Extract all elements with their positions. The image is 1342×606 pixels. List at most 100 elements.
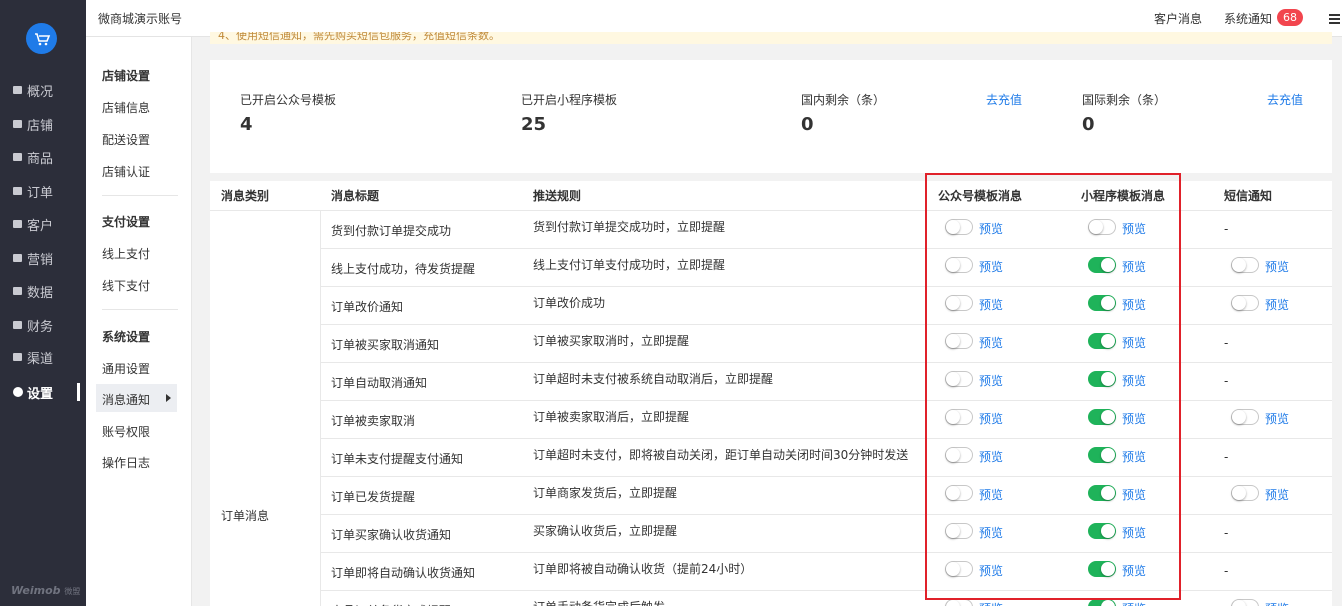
subnav-item[interactable]: 线上支付 bbox=[102, 245, 150, 262]
mini-template-preview-link[interactable]: 预览 bbox=[1122, 220, 1146, 237]
push-rule: 订单超时未支付，即将被自动关闭，距订单自动关闭时间30分钟时发送 bbox=[533, 448, 909, 462]
wx-template-preview-link[interactable]: 预览 bbox=[979, 410, 1003, 427]
sms-toggle[interactable] bbox=[1231, 257, 1259, 273]
mini-template-preview-link[interactable]: 预览 bbox=[1122, 448, 1146, 465]
message-title: 订单自动取消通知 bbox=[331, 376, 428, 390]
system-notice-link[interactable]: 系统通知 bbox=[1224, 10, 1272, 27]
sms-toggle[interactable] bbox=[1231, 599, 1259, 606]
table-row: 订单改价通知 订单改价成功 预览 预览 预览 bbox=[320, 286, 1332, 324]
wx-template-preview-link[interactable]: 预览 bbox=[979, 524, 1003, 541]
sms-notice-strip: 4、使用短信通知，需先购买短信包服务，充值短信条数。 bbox=[210, 32, 1332, 44]
mini-template-toggle[interactable] bbox=[1088, 447, 1116, 463]
mini-template-toggle[interactable] bbox=[1088, 409, 1116, 425]
mini-template-toggle[interactable] bbox=[1088, 561, 1116, 577]
nav-item-finance[interactable]: 财务 bbox=[0, 314, 86, 336]
mini-template-toggle[interactable] bbox=[1088, 295, 1116, 311]
data-icon bbox=[12, 286, 23, 297]
recharge-domestic-link[interactable]: 去充值 bbox=[986, 91, 1022, 108]
sms-preview-link[interactable]: 预览 bbox=[1265, 258, 1289, 275]
wx-template-preview-link[interactable]: 预览 bbox=[979, 296, 1003, 313]
wx-template-toggle[interactable] bbox=[945, 219, 973, 235]
mini-template-preview-link[interactable]: 预览 bbox=[1122, 372, 1146, 389]
wx-template-preview-link[interactable]: 预览 bbox=[979, 562, 1003, 579]
mini-template-toggle[interactable] bbox=[1088, 333, 1116, 349]
customer-message-link[interactable]: 客户消息 bbox=[1154, 10, 1202, 27]
nav-item-store[interactable]: 店铺 bbox=[0, 113, 86, 135]
stat-label-wx: 已开启公众号模板 bbox=[240, 93, 337, 107]
subnav-item[interactable]: 配送设置 bbox=[102, 131, 150, 148]
mini-template-toggle[interactable] bbox=[1088, 485, 1116, 501]
subnav-item[interactable]: 线下支付 bbox=[102, 277, 150, 294]
mini-template-toggle[interactable] bbox=[1088, 523, 1116, 539]
mini-template-preview-link[interactable]: 预览 bbox=[1122, 258, 1146, 275]
push-rule: 订单改价成功 bbox=[533, 296, 606, 310]
mini-template-toggle[interactable] bbox=[1088, 599, 1116, 606]
notice-count-badge: 68 bbox=[1277, 9, 1303, 26]
wx-template-toggle[interactable] bbox=[945, 561, 973, 577]
subnav-item[interactable]: 通用设置 bbox=[102, 360, 150, 377]
mini-template-preview-link[interactable]: 预览 bbox=[1122, 334, 1146, 351]
wx-template-preview-link[interactable]: 预览 bbox=[979, 220, 1003, 237]
subnav-item[interactable]: 操作日志 bbox=[102, 454, 150, 471]
wx-template-toggle[interactable] bbox=[945, 599, 973, 606]
mini-template-toggle[interactable] bbox=[1088, 257, 1116, 273]
wx-template-toggle[interactable] bbox=[945, 409, 973, 425]
sms-preview-link[interactable]: 预览 bbox=[1265, 410, 1289, 427]
subnav-item[interactable]: 消息通知 bbox=[102, 391, 150, 408]
wx-template-preview-link[interactable]: 预览 bbox=[979, 448, 1003, 465]
mini-template-preview-link[interactable]: 预览 bbox=[1122, 524, 1146, 541]
nav-item-goods[interactable]: 商品 bbox=[0, 146, 86, 168]
wx-template-preview-link[interactable]: 预览 bbox=[979, 486, 1003, 503]
mini-template-preview-link[interactable]: 预览 bbox=[1122, 600, 1146, 606]
mini-template-preview-link[interactable]: 预览 bbox=[1122, 410, 1146, 427]
nav-item-order[interactable]: 订单 bbox=[0, 180, 86, 202]
nav-item-overview[interactable]: 概况 bbox=[0, 79, 86, 101]
subnav-item[interactable]: 店铺信息 bbox=[102, 99, 150, 116]
sms-preview-link[interactable]: 预览 bbox=[1265, 486, 1289, 503]
logo-cart-icon[interactable] bbox=[26, 23, 57, 54]
wx-template-toggle[interactable] bbox=[945, 447, 973, 463]
stat-value-domestic: 0 bbox=[801, 114, 814, 135]
wx-template-toggle[interactable] bbox=[945, 295, 973, 311]
nav-item-label: 商品 bbox=[27, 151, 54, 167]
table-row: 订单未支付提醒支付通知 订单超时未支付，即将被自动关闭，距订单自动关闭时间30分钟… bbox=[320, 438, 1332, 476]
subnav-divider bbox=[102, 195, 178, 196]
wx-template-toggle[interactable] bbox=[945, 485, 973, 501]
nav-item-customer[interactable]: 客户 bbox=[0, 213, 86, 235]
mini-template-toggle[interactable] bbox=[1088, 219, 1116, 235]
table-row: 订单已发货提醒 订单商家发货后，立即提醒 预览 预览 预览 bbox=[320, 476, 1332, 514]
sms-toggle[interactable] bbox=[1231, 295, 1259, 311]
settings-icon bbox=[12, 387, 23, 398]
wx-template-toggle[interactable] bbox=[945, 371, 973, 387]
channel-icon bbox=[12, 352, 23, 363]
nav-item-settings[interactable]: 设置 bbox=[0, 381, 86, 403]
mini-template-preview-link[interactable]: 预览 bbox=[1122, 296, 1146, 313]
mini-template-toggle[interactable] bbox=[1088, 371, 1116, 387]
nav-item-marketing[interactable]: 营销 bbox=[0, 247, 86, 269]
subnav-item[interactable]: 账号权限 bbox=[102, 423, 150, 440]
sms-toggle[interactable] bbox=[1231, 409, 1259, 425]
sms-preview-link[interactable]: 预览 bbox=[1265, 296, 1289, 313]
sms-toggle[interactable] bbox=[1231, 485, 1259, 501]
wx-template-preview-link[interactable]: 预览 bbox=[979, 334, 1003, 351]
wx-template-preview-link[interactable]: 预览 bbox=[979, 372, 1003, 389]
message-title: 订单买家确认收货通知 bbox=[331, 528, 452, 542]
wx-template-toggle[interactable] bbox=[945, 523, 973, 539]
wx-template-preview-link[interactable]: 预览 bbox=[979, 258, 1003, 275]
push-rule: 订单即将被自动确认收货（提前24小时） bbox=[533, 562, 753, 576]
wx-template-toggle[interactable] bbox=[945, 333, 973, 349]
nav-item-data[interactable]: 数据 bbox=[0, 280, 86, 302]
notification-table: 消息类别 消息标题 推送规则 公众号模板消息 小程序模板消息 短信通知 订单消息… bbox=[210, 181, 1332, 606]
mini-template-preview-link[interactable]: 预览 bbox=[1122, 562, 1146, 579]
mini-template-preview-link[interactable]: 预览 bbox=[1122, 486, 1146, 503]
stat-label-intl: 国际剩余（条） bbox=[1082, 93, 1167, 107]
table-row: 订单被卖家取消 订单被卖家取消后，立即提醒 预览 预览 预览 bbox=[320, 400, 1332, 438]
wx-template-preview-link[interactable]: 预览 bbox=[979, 600, 1003, 606]
subnav-item[interactable]: 店铺认证 bbox=[102, 163, 150, 180]
sms-preview-link[interactable]: 预览 bbox=[1265, 600, 1289, 606]
nav-item-channel[interactable]: 渠道 bbox=[0, 346, 86, 368]
subnav-group-title: 系统设置 bbox=[102, 330, 151, 344]
menu-icon[interactable] bbox=[1329, 14, 1340, 24]
recharge-intl-link[interactable]: 去充值 bbox=[1267, 91, 1303, 108]
wx-template-toggle[interactable] bbox=[945, 257, 973, 273]
